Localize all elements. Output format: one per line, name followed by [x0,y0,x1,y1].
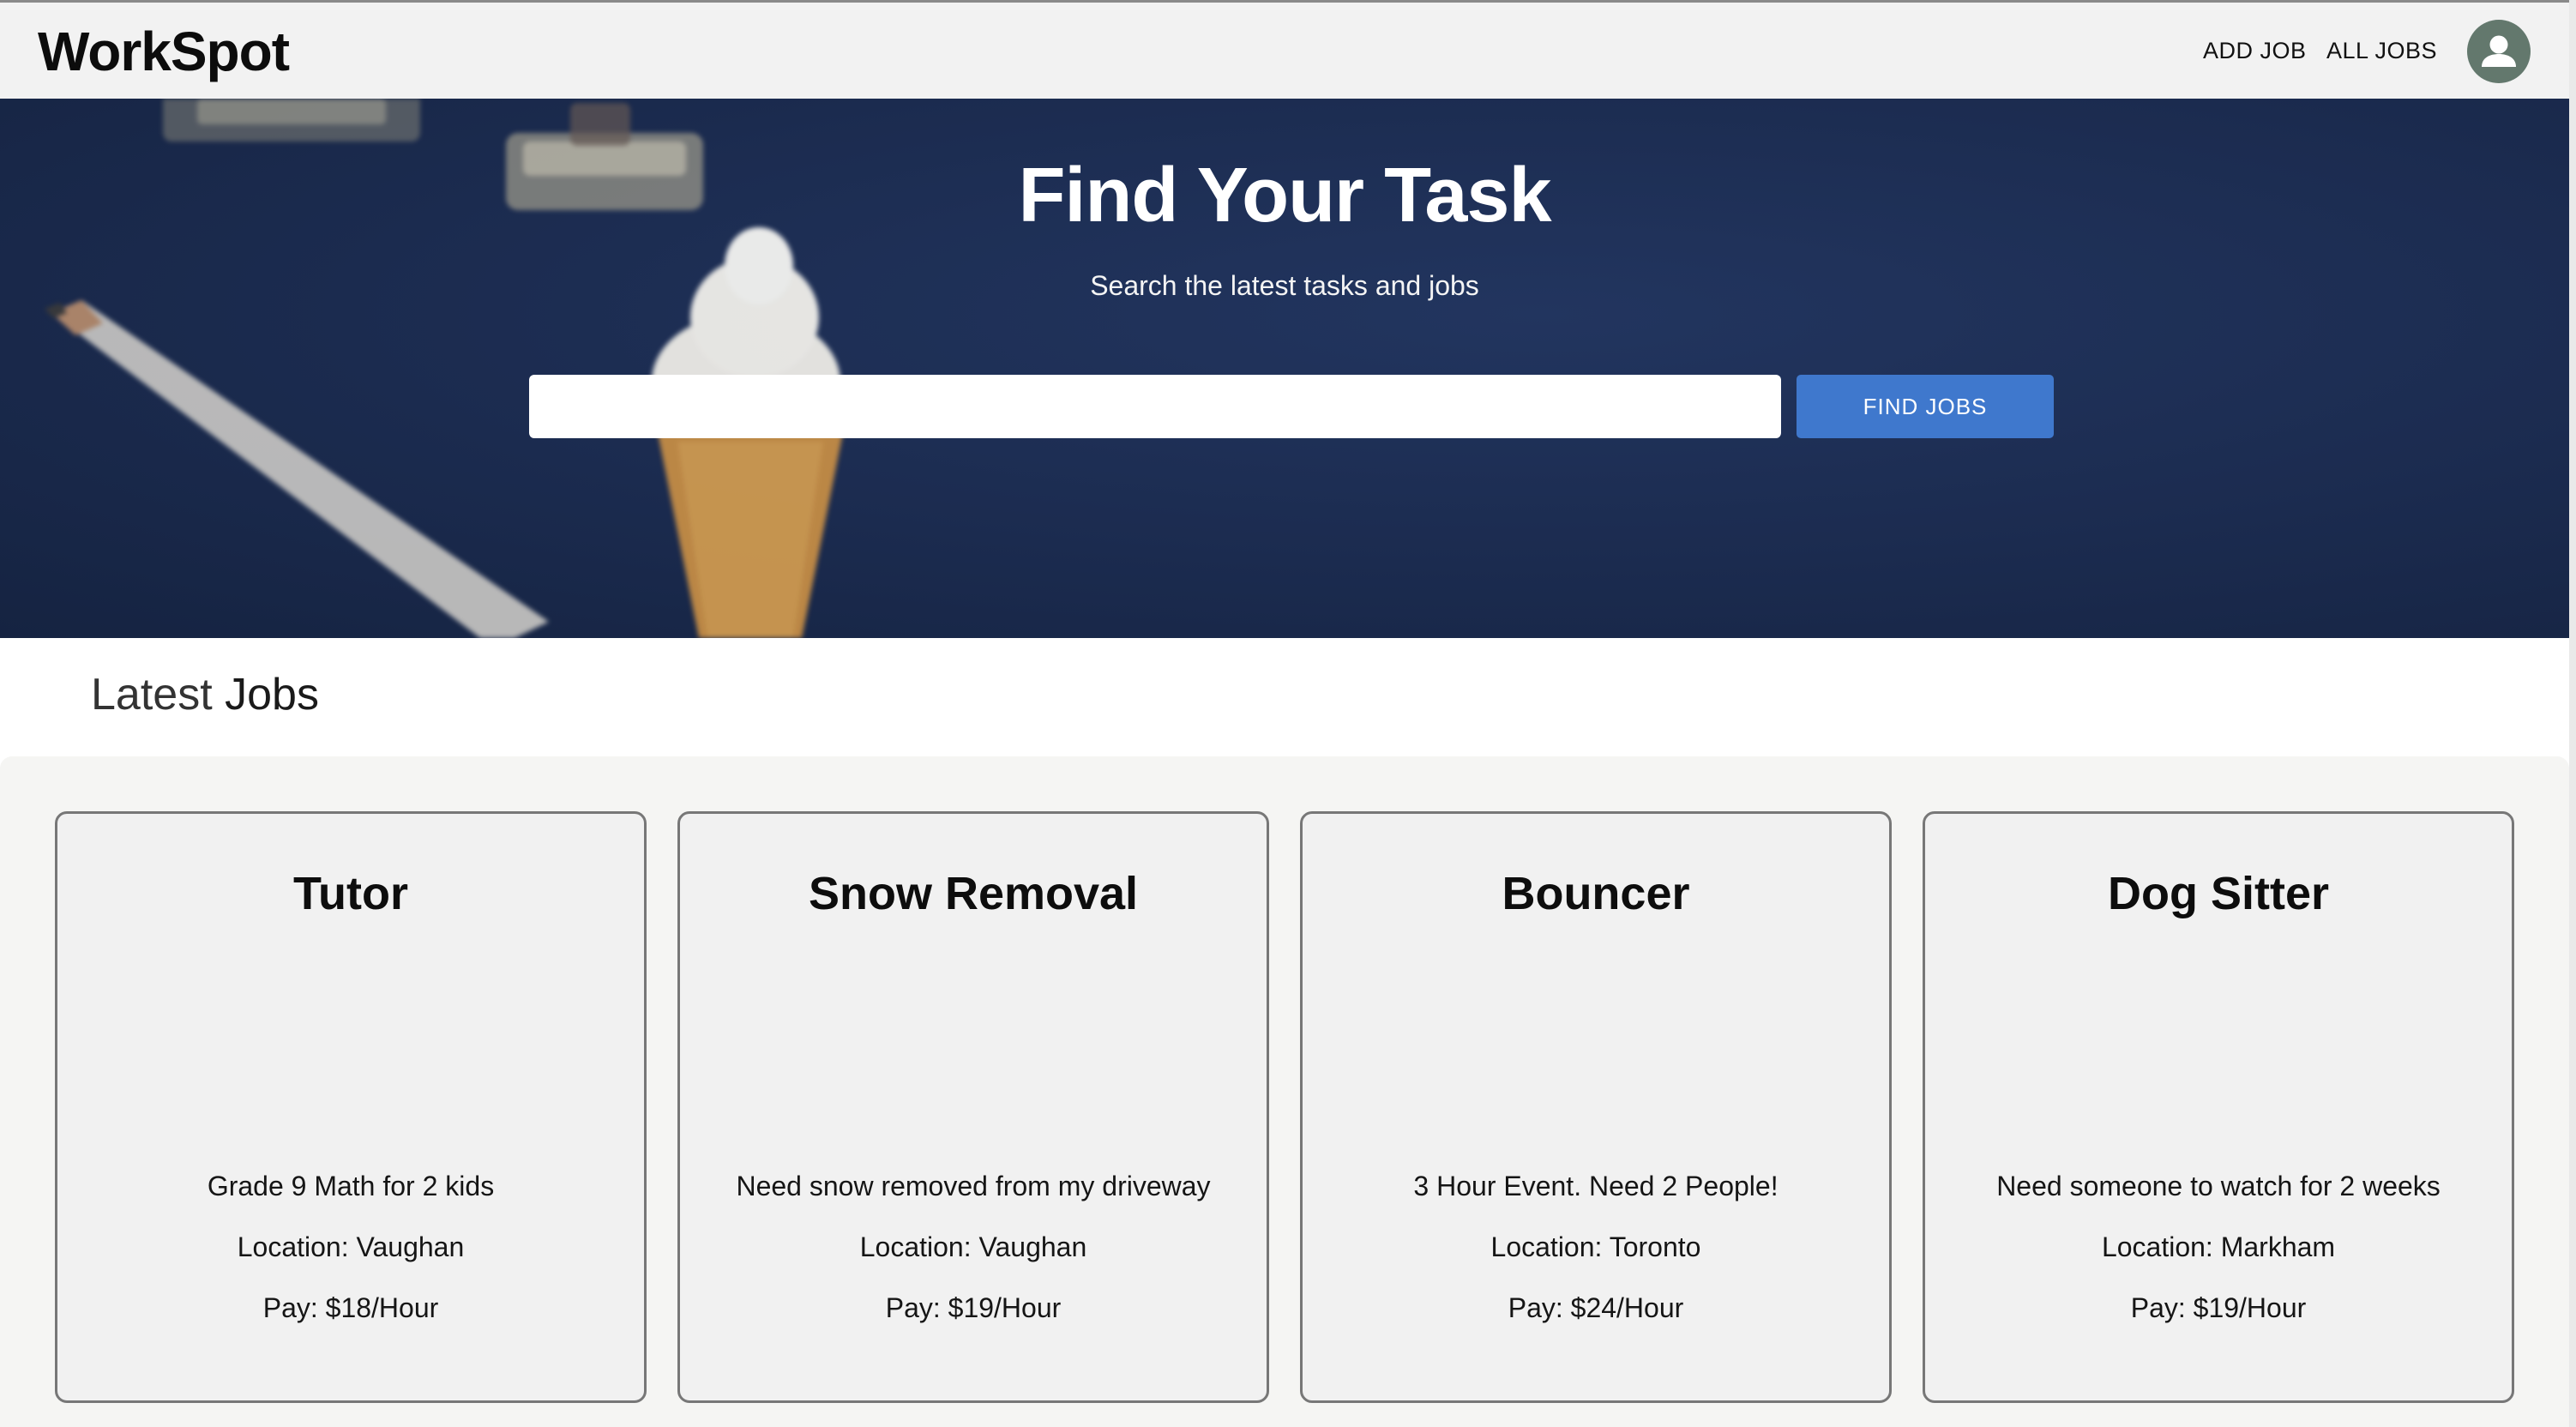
hero-subtitle: Search the latest tasks and jobs [1090,270,1479,301]
job-card-location: Location: Markham [2101,1231,2336,1262]
navbar: WorkSpot ADD JOB ALL JOBS [0,0,2569,99]
latest-jobs-heading-bold: Jobs [225,670,319,720]
job-card-pay: Pay: $24/Hour [1508,1292,1684,1323]
job-card-description: Grade 9 Math for 2 kids [207,1171,495,1201]
window-right-edge [2569,0,2576,1427]
user-avatar-icon[interactable] [2467,20,2531,83]
job-card-location: Location: Toronto [1490,1231,1701,1262]
job-search-input[interactable] [529,375,1781,438]
job-card-title: Snow Removal [808,868,1139,919]
job-card-title: Bouncer [1502,868,1690,919]
find-jobs-button[interactable]: FIND JOBS [1797,375,2054,438]
job-card-location: Location: Vaughan [859,1231,1087,1262]
job-card-bouncer[interactable]: Bouncer 3 Hour Event. Need 2 People! Loc… [1300,811,1892,1403]
job-card-pay: Pay: $19/Hour [2130,1292,2307,1323]
job-card-snow-removal[interactable]: Snow Removal Need snow removed from my d… [677,811,1269,1403]
job-cards-container: Tutor Grade 9 Math for 2 kids Location: … [0,756,2569,1427]
latest-jobs-heading-light: Latest [91,670,213,720]
job-card-description: Need snow removed from my driveway [736,1171,1211,1201]
job-card-dog-sitter[interactable]: Dog Sitter Need someone to watch for 2 w… [1923,811,2514,1403]
job-card-pay: Pay: $18/Hour [262,1292,439,1323]
page: WorkSpot ADD JOB ALL JOBS Find Your Task… [0,0,2569,1427]
person-icon [2482,35,2516,67]
job-card-title: Tutor [293,868,408,919]
brand-logo[interactable]: WorkSpot [38,20,290,83]
nav-all-jobs-link[interactable]: ALL JOBS [2326,38,2437,64]
nav-add-job-link[interactable]: ADD JOB [2203,38,2307,64]
hero-banner: Find Your Task Search the latest tasks a… [0,99,2569,638]
latest-jobs-heading: Latest Jobs [91,669,319,720]
job-card-description: 3 Hour Event. Need 2 People! [1413,1171,1779,1201]
job-card-tutor[interactable]: Tutor Grade 9 Math for 2 kids Location: … [55,811,647,1403]
job-card-description: Need someone to watch for 2 weeks [1996,1171,2441,1201]
hero-title: Find Your Task [1018,153,1551,238]
job-card-location: Location: Vaughan [237,1231,465,1262]
job-card-title: Dog Sitter [2107,868,2329,919]
job-card-pay: Pay: $19/Hour [885,1292,1062,1323]
